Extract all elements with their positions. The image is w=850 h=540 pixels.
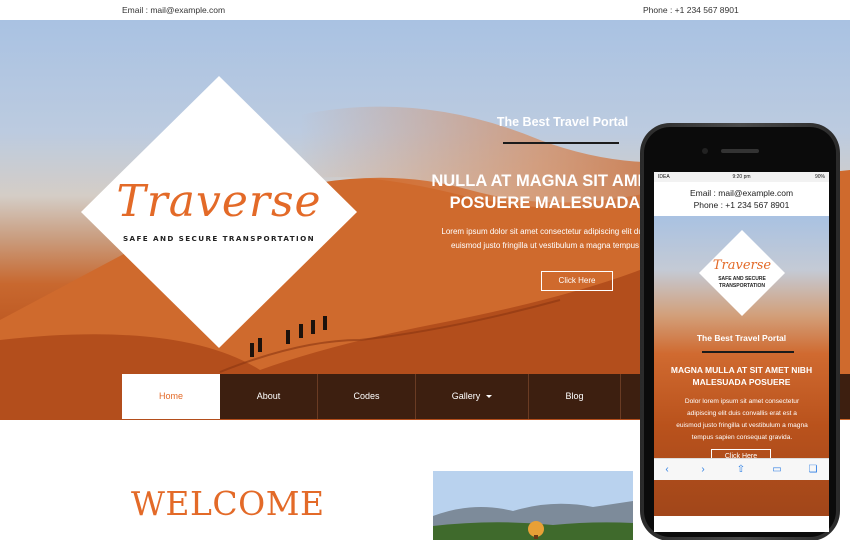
forward-arrow-icon[interactable]: ›	[696, 463, 710, 477]
topbar-phone[interactable]: Phone : +1 234 567 8901	[643, 5, 739, 15]
mobile-desc-line4: tempus sapien consequat gravida.	[691, 434, 793, 441]
bookmarks-icon[interactable]: ▭	[770, 463, 784, 477]
mobile-description: Dolor lorem ipsum sit amet consectetur a…	[662, 396, 822, 444]
mobile-desc-line1: Dolor lorem ipsum sit amet consectetur	[684, 398, 800, 405]
mobile-headline-line1: MAGNA MULLA AT SIT AMET NIBH	[670, 365, 813, 375]
nav-item-codes[interactable]: Codes	[318, 374, 416, 419]
tabs-icon[interactable]: ❏	[806, 463, 820, 477]
mobile-title-divider	[702, 351, 794, 353]
carrier-label: IDEA	[658, 174, 670, 180]
mobile-screen: IDEA 9:20 pm 90% Email : mail@example.co…	[654, 172, 829, 532]
logo-diamond[interactable]: Traverse SAFE AND SECURE TRANSPORTATION	[81, 76, 357, 348]
portal-title: The Best Travel Portal	[496, 115, 629, 129]
mobile-status-bar: IDEA 9:20 pm 90%	[654, 172, 829, 182]
hero-desc-line2: euismod justo fringilla ut vestibulum a …	[450, 241, 640, 250]
mobile-desc-line3: euismod justo fringilla ut vestibulum a …	[676, 422, 808, 429]
mobile-desc-line2: adipiscing elit duis convallis erat est …	[687, 410, 797, 417]
chevron-down-icon	[486, 395, 493, 398]
hero-desc-line1: Lorem ipsum dolor sit amet consectetur a…	[441, 227, 649, 236]
welcome-heading: WELCOME	[131, 484, 325, 523]
hero-headline: NULLA AT MAGNA SIT AMET POSUERE MALESUAD…	[425, 170, 665, 214]
nav-item-home[interactable]: Home	[122, 374, 220, 419]
battery-level: 90%	[814, 174, 825, 180]
hero-headline-line1: NULLA AT MAGNA SIT AMET	[431, 172, 659, 190]
hero-description: Lorem ipsum dolor sit amet consectetur a…	[425, 225, 665, 253]
nav-item-gallery[interactable]: Gallery	[416, 374, 529, 419]
mobile-site-logo[interactable]: Traverse	[699, 258, 785, 273]
share-icon[interactable]: ⇧	[734, 463, 748, 477]
status-time: 9:20 pm	[732, 174, 751, 180]
click-here-button[interactable]: Click Here	[541, 271, 613, 291]
nav-item-about[interactable]: About	[220, 374, 318, 419]
nav-gallery-label: Gallery	[451, 391, 481, 401]
title-divider	[503, 142, 619, 144]
back-arrow-icon[interactable]: ‹	[660, 463, 674, 477]
camera-icon	[702, 148, 708, 154]
topbar-email[interactable]: Email : mail@example.com	[122, 5, 225, 15]
mobile-portal-title: The Best Travel Portal	[696, 333, 787, 343]
hero-headline-line2: POSUERE MALESUADA	[449, 194, 641, 212]
mobile-email[interactable]: Email : mail@example.com	[654, 188, 829, 198]
mobile-tagline-1: SAFE AND SECURE	[718, 276, 766, 282]
mobile-phone[interactable]: Phone : +1 234 567 8901	[654, 200, 829, 210]
balloon-landscape-photo	[433, 471, 633, 540]
mobile-tagline-2: TRANSPORTATION	[719, 283, 765, 289]
mobile-logo-diamond	[699, 230, 785, 316]
mobile-headline-line2: MALESUADA POSUERE	[692, 377, 791, 387]
top-contact-bar: Email : mail@example.com Phone : +1 234 …	[0, 0, 850, 20]
speaker-grille	[721, 149, 759, 153]
logo-tagline: SAFE AND SECURE TRANSPORTATION	[122, 234, 316, 243]
nav-item-blog[interactable]: Blog	[529, 374, 621, 419]
site-logo: Traverse	[116, 176, 322, 227]
mobile-browser-toolbar: ‹ › ⇧ ▭ ❏	[654, 458, 829, 480]
